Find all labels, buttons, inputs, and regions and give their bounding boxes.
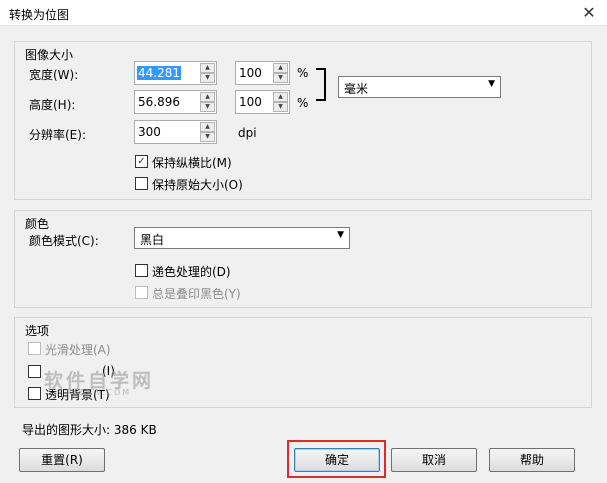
width-percent-unit: % bbox=[297, 66, 309, 80]
overprint-label: 总是叠印黑色(Y) bbox=[152, 287, 241, 301]
resolution-unit: dpi bbox=[238, 126, 257, 140]
color-group-title: 颜色 bbox=[25, 217, 50, 231]
anti-alias-label: 光滑处理(A) bbox=[45, 343, 111, 357]
options-group-title: 选项 bbox=[25, 324, 50, 338]
spin-down-icon[interactable]: ▼ bbox=[200, 73, 215, 83]
spin-down-icon[interactable]: ▼ bbox=[200, 102, 215, 112]
dither-label: 递色处理的(D) bbox=[152, 265, 231, 279]
export-size-label: 导出的图形大小: 386 KB bbox=[22, 423, 157, 437]
height-percent-value[interactable]: 100 bbox=[238, 95, 263, 109]
width-value[interactable]: 44.281 bbox=[137, 66, 181, 80]
spin-up-icon[interactable]: ▲ bbox=[200, 122, 215, 132]
close-icon[interactable]: ✕ bbox=[577, 2, 601, 24]
resolution-value[interactable]: 300 bbox=[137, 125, 162, 139]
reset-button[interactable]: 重置(R) bbox=[19, 448, 105, 472]
cancel-button[interactable]: 取消 bbox=[391, 448, 477, 472]
watermark-subtext: RJZXW.COM bbox=[66, 388, 132, 397]
color-mode-label: 颜色模式(C): bbox=[29, 234, 99, 248]
width-label: 宽度(W): bbox=[29, 68, 79, 82]
width-percent-spinner[interactable]: 100 ▲ ▼ bbox=[235, 61, 290, 85]
resolution-label: 分辨率(E): bbox=[29, 128, 86, 142]
spin-down-icon[interactable]: ▼ bbox=[273, 73, 288, 83]
unit-select-value: 毫米 bbox=[344, 82, 369, 96]
check-icon[interactable]: ✓ bbox=[135, 155, 148, 168]
height-label: 高度(H): bbox=[29, 98, 76, 112]
keep-ratio-label: 保持纵横比(M) bbox=[152, 156, 232, 170]
spin-down-icon[interactable]: ▼ bbox=[273, 102, 288, 112]
spin-up-icon[interactable]: ▲ bbox=[200, 92, 215, 102]
spin-up-icon[interactable]: ▲ bbox=[200, 63, 215, 73]
width-spinner[interactable]: 44.281 ▲ ▼ bbox=[134, 61, 217, 85]
resolution-spinner[interactable]: 300 ▲ ▼ bbox=[134, 120, 217, 144]
height-percent-spinner[interactable]: 100 ▲ ▼ bbox=[235, 90, 290, 114]
spin-up-icon[interactable]: ▲ bbox=[273, 63, 288, 73]
color-mode-value: 黑白 bbox=[140, 233, 165, 247]
chevron-down-icon: ▼ bbox=[337, 230, 344, 240]
window-title: 转换为位图 bbox=[9, 8, 70, 22]
link-bracket bbox=[316, 68, 326, 101]
width-percent-value[interactable]: 100 bbox=[238, 66, 263, 80]
chevron-down-icon: ▼ bbox=[488, 79, 495, 89]
keep-original-label: 保持原始大小(O) bbox=[152, 178, 243, 192]
color-group: 颜色 bbox=[14, 210, 592, 308]
color-mode-select[interactable]: 黑白 ▼ bbox=[134, 227, 350, 249]
height-percent-unit: % bbox=[297, 96, 309, 110]
unit-select[interactable]: 毫米 ▼ bbox=[338, 76, 501, 98]
height-value[interactable]: 56.896 bbox=[137, 95, 181, 109]
title-bar: 转换为位图 ✕ bbox=[0, 0, 607, 26]
highlight-box bbox=[287, 440, 386, 478]
spin-up-icon[interactable]: ▲ bbox=[273, 92, 288, 102]
image-size-group-title: 图像大小 bbox=[25, 48, 74, 62]
height-spinner[interactable]: 56.896 ▲ ▼ bbox=[134, 90, 217, 114]
spin-down-icon[interactable]: ▼ bbox=[200, 132, 215, 142]
help-button[interactable]: 帮助 bbox=[489, 448, 575, 472]
image-size-group: 图像大小 bbox=[14, 41, 592, 200]
